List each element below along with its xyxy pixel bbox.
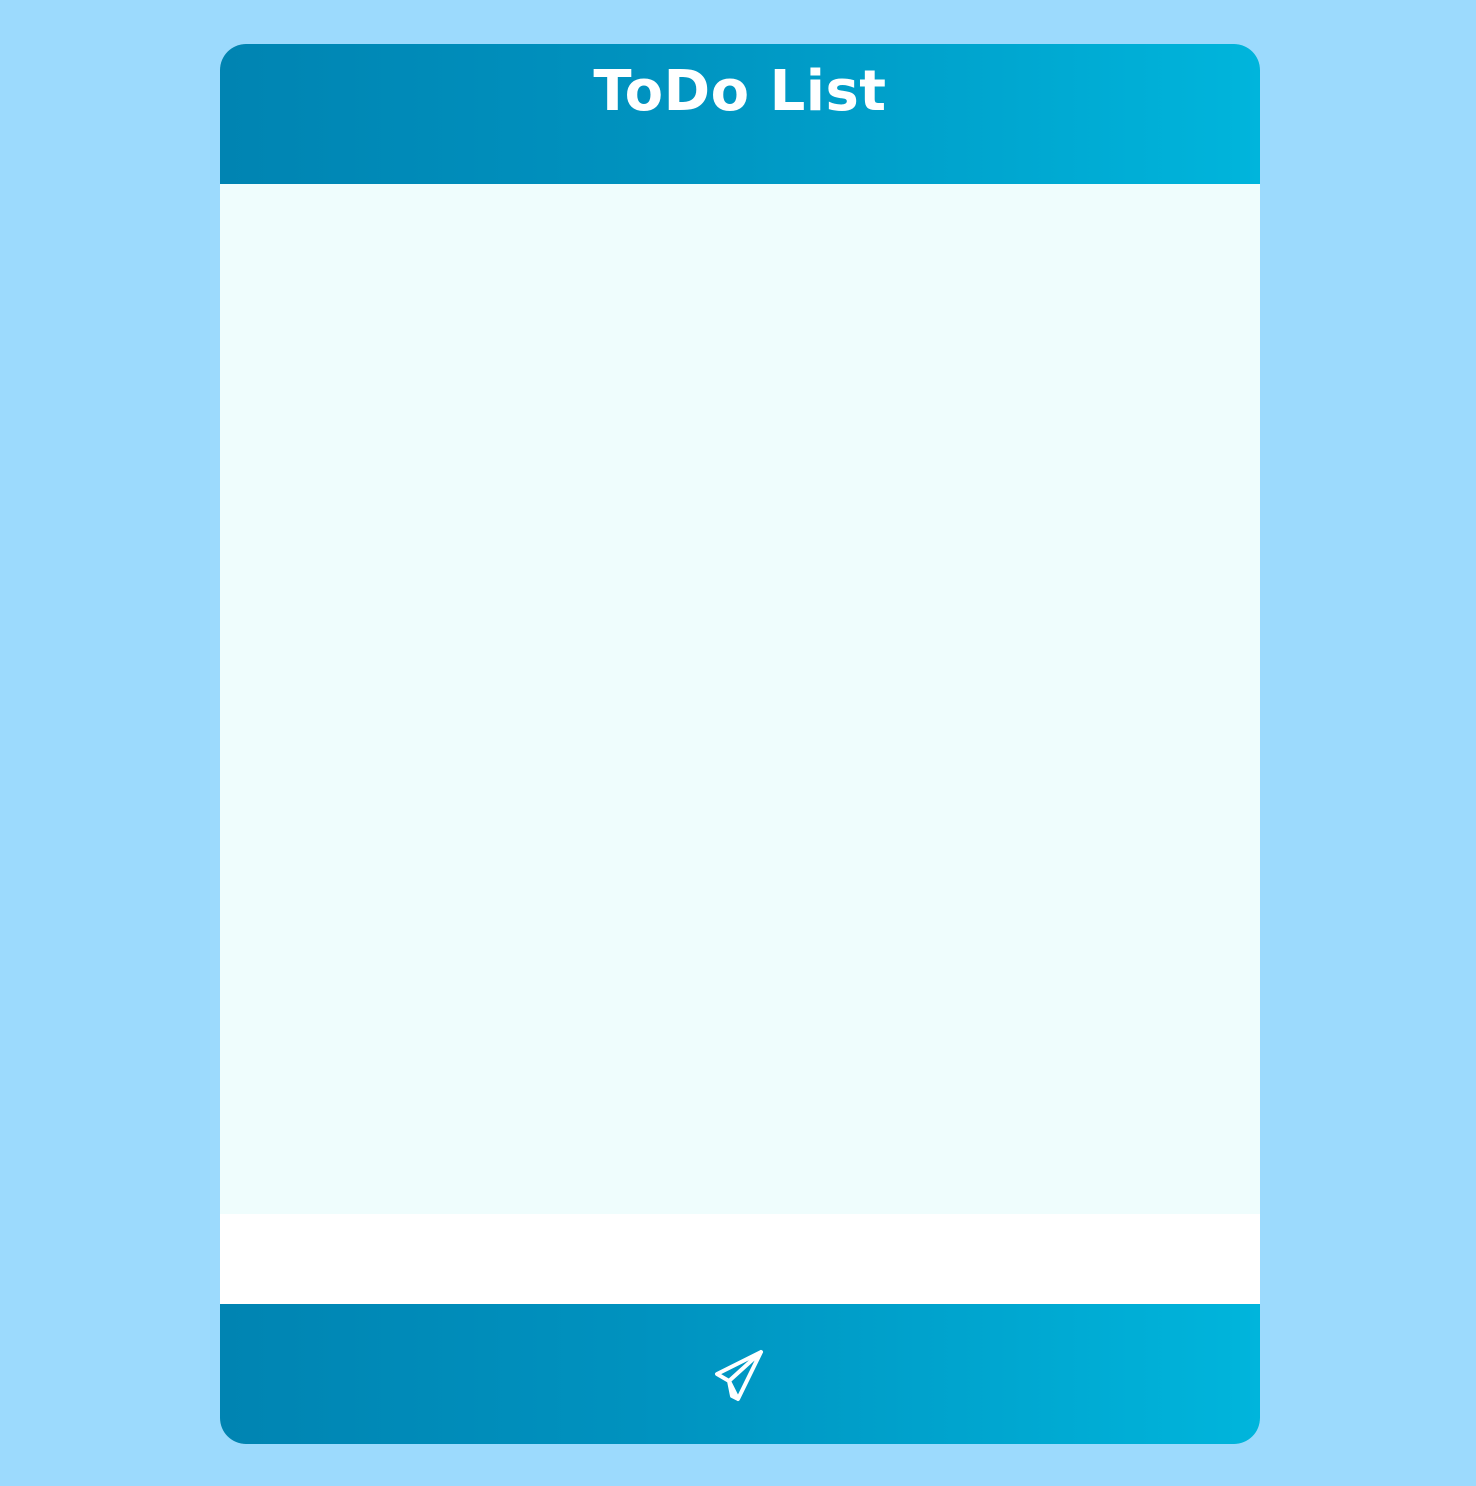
todo-input-row [220, 1214, 1260, 1304]
send-button[interactable] [700, 1334, 780, 1414]
todo-input[interactable] [220, 1214, 1260, 1304]
page-title: ToDo List [593, 58, 887, 124]
footer [220, 1304, 1260, 1444]
todo-app-card: ToDo List [220, 44, 1260, 1444]
header: ToDo List [220, 44, 1260, 184]
todo-list [220, 184, 1260, 1214]
paper-plane-icon [715, 1350, 763, 1401]
